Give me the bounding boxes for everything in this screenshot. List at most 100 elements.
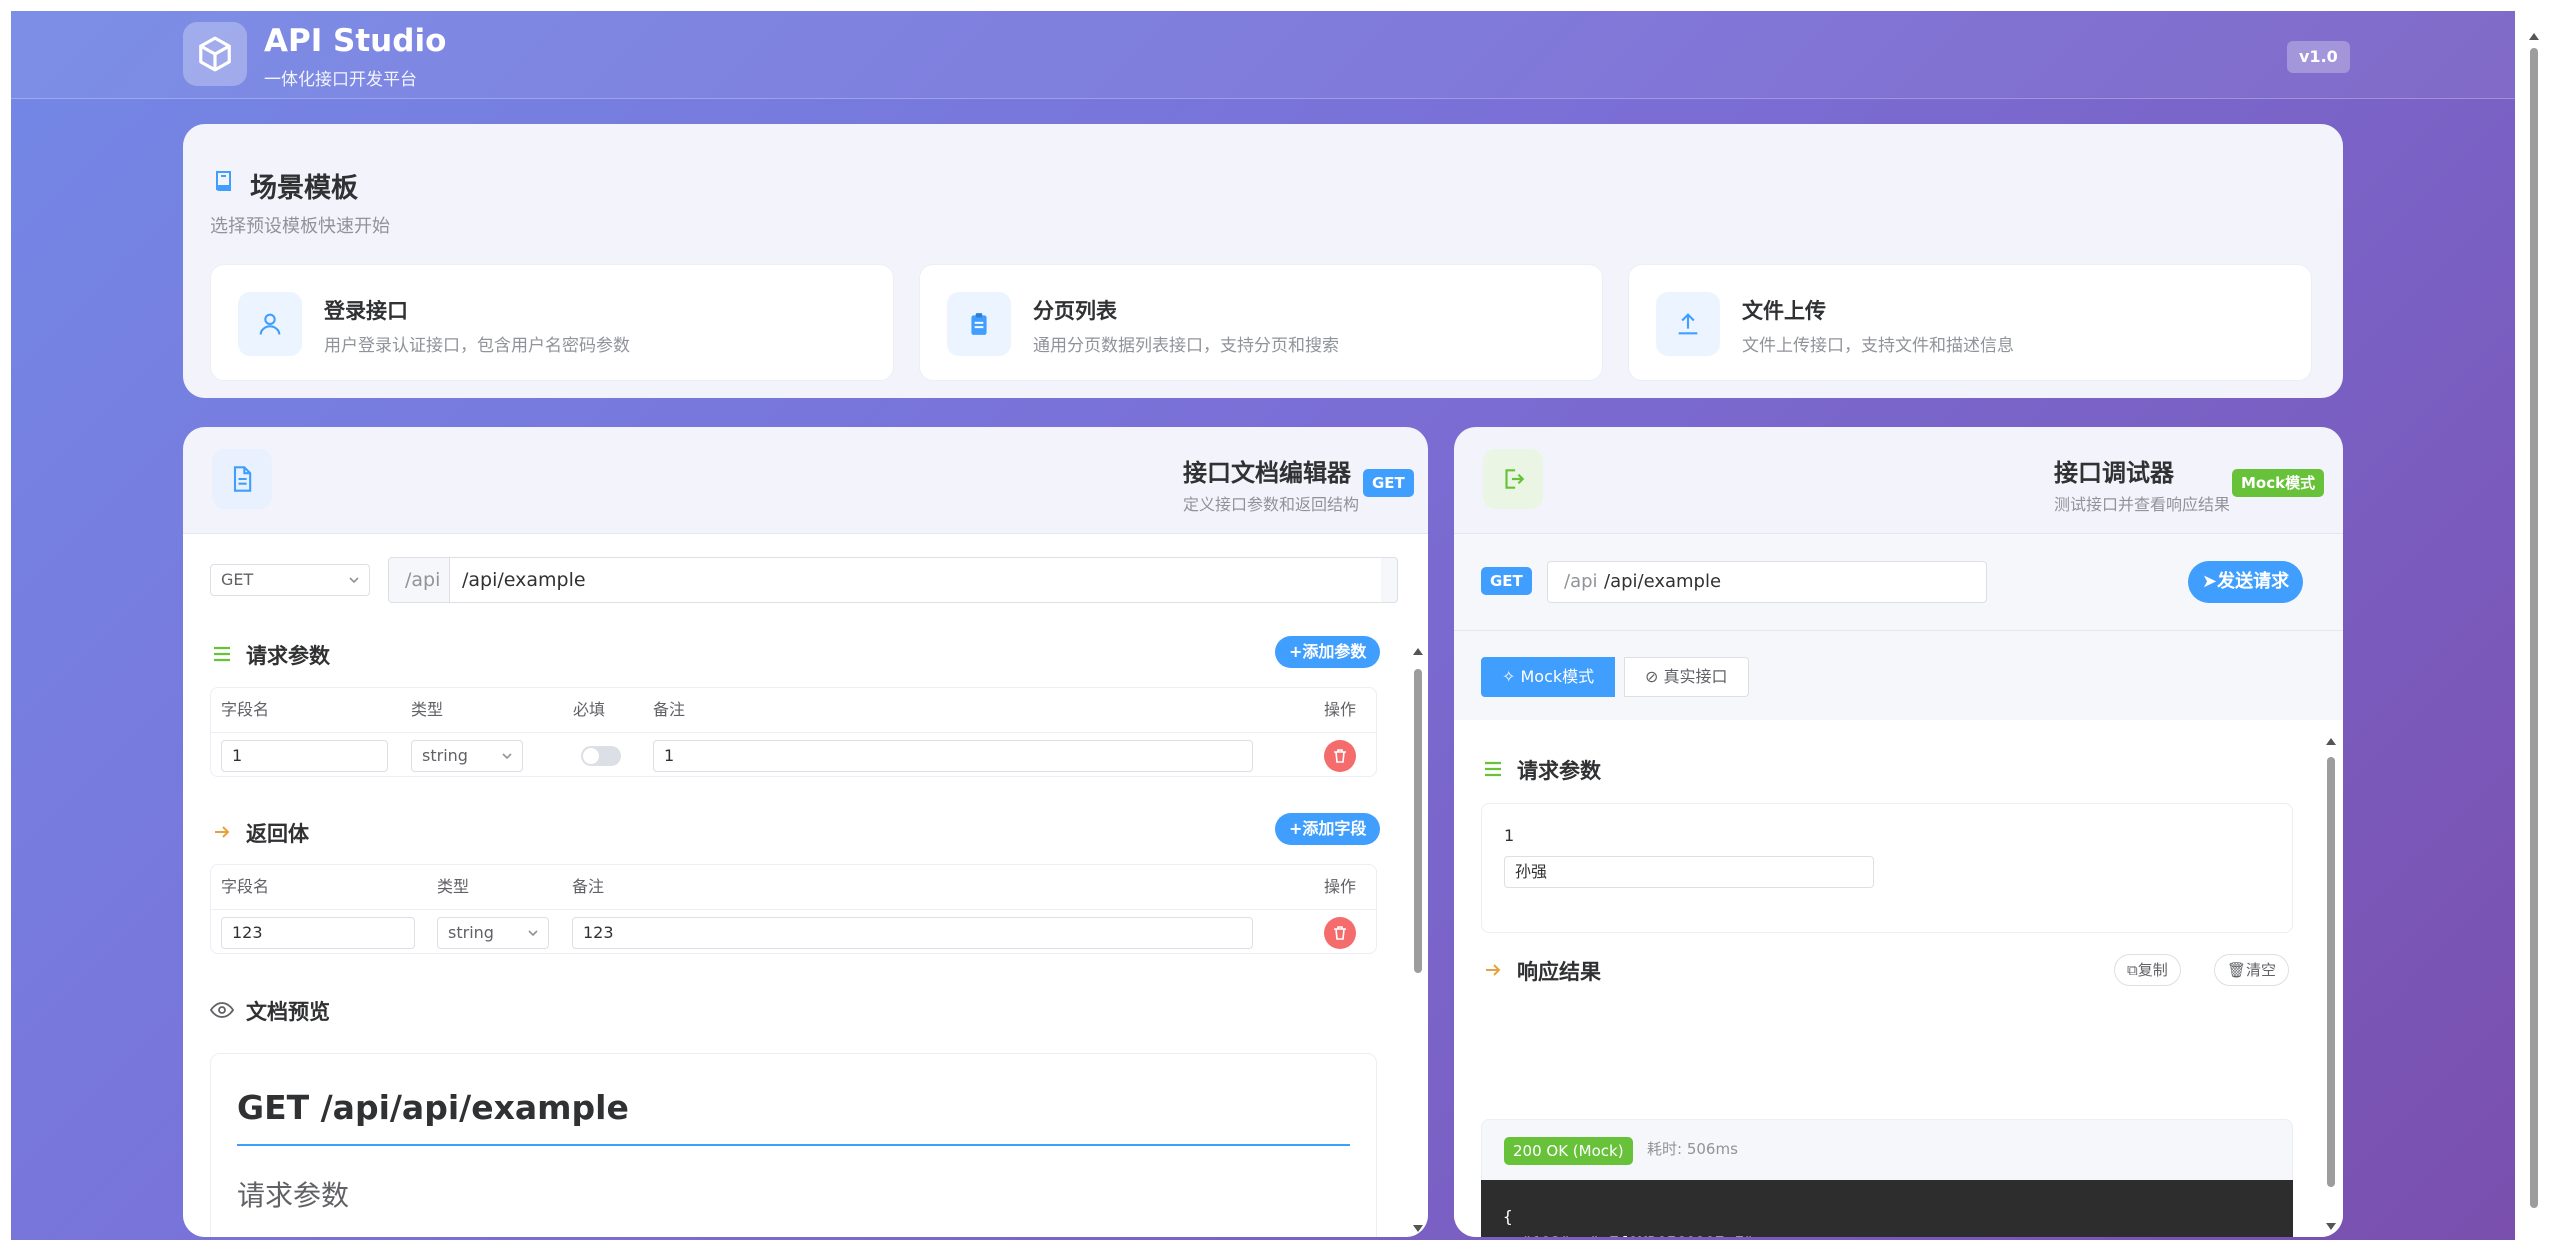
trash-icon: [1334, 926, 1346, 940]
app-title: API Studio: [264, 23, 447, 59]
chevron-down-icon: [526, 918, 540, 958]
col-header: 备注: [572, 877, 605, 896]
login-exit-icon: [1483, 449, 1543, 509]
status-badge: 200 OK (Mock): [1504, 1137, 1633, 1165]
template-upload[interactable]: 文件上传 文件上传接口，支持文件和描述信息: [1628, 264, 2312, 381]
debug-params-box: 1 孙强: [1481, 803, 2293, 933]
templates-subtitle: 选择预设模板快速开始: [210, 216, 390, 237]
col-header: 字段名: [221, 700, 270, 719]
version-badge: v1.0: [2287, 41, 2350, 73]
col-header: 操作: [1324, 877, 1357, 896]
trash-icon: 🗑: [2227, 961, 2247, 979]
app-subtitle: 一体化接口开发平台: [264, 70, 417, 90]
app-root: API Studio 一体化接口开发平台 v1.0 场景模板 选择预设模板快速开…: [11, 11, 2515, 1240]
url-input[interactable]: /api/example: [449, 558, 1381, 602]
template-desc: 用户登录认证接口，包含用户名密码参数: [324, 336, 630, 356]
field-name-input[interactable]: 123: [221, 917, 415, 949]
upload-icon: [1656, 292, 1720, 356]
real-api-button[interactable]: ⊘ 真实接口: [1624, 657, 1749, 697]
col-header: 必填: [573, 700, 606, 719]
add-field-button[interactable]: +添加字段: [1275, 813, 1381, 845]
response-title: 响应结果: [1517, 960, 1601, 984]
plus-icon: +: [1289, 819, 1303, 838]
url-prefix: /api: [405, 569, 441, 591]
debug-url-value: /api/example: [1604, 562, 1976, 602]
request-params-table: 字段名 类型 必填 备注 操作 1 string 1: [210, 687, 1377, 777]
send-request-button[interactable]: ➤发送请求: [2188, 561, 2304, 603]
editor-title: 接口文档编辑器: [1183, 459, 1351, 487]
clipboard-icon: [947, 292, 1011, 356]
elapsed-time: 耗时: 506ms: [1647, 1140, 1738, 1158]
arrow-right-icon: [1483, 960, 1503, 984]
param-name-input[interactable]: 1: [221, 740, 388, 772]
field-note-input[interactable]: 123: [572, 917, 1253, 949]
delete-param-button[interactable]: [1324, 740, 1356, 772]
debug-request-params-title: 请求参数: [1517, 759, 1601, 783]
delete-field-button[interactable]: [1324, 917, 1356, 949]
col-header: 字段名: [221, 877, 270, 896]
response-body-title: 返回体: [246, 822, 309, 846]
debug-url-prefix: /api: [1564, 571, 1598, 592]
page-scrollbar[interactable]: [2527, 30, 2541, 1230]
debugger-panel: 接口调试器 测试接口并查看响应结果 Mock模式 GET /api /api/e…: [1454, 427, 2343, 1237]
param-value-input[interactable]: 孙强: [1504, 856, 1874, 888]
arrow-right-icon: [212, 822, 232, 846]
add-param-button[interactable]: +添加参数: [1275, 636, 1381, 668]
chevron-down-icon: [500, 741, 514, 781]
debugger-subtitle: 测试接口并查看响应结果: [2054, 495, 2231, 514]
templates-card: 场景模板 选择预设模板快速开始 登录接口 用户登录认证接口，包含用户名密码参数 …: [183, 124, 2343, 398]
user-icon: [238, 292, 302, 356]
template-pagination[interactable]: 分页列表 通用分页数据列表接口，支持分页和搜索: [919, 264, 1603, 381]
template-title: 登录接口: [324, 299, 408, 323]
template-desc: 通用分页数据列表接口，支持分页和搜索: [1033, 336, 1339, 356]
copy-button[interactable]: ⧉复制: [2114, 954, 2181, 986]
mock-mode-button[interactable]: ✧ Mock模式: [1481, 657, 1616, 697]
clear-button[interactable]: 🗑清空: [2214, 954, 2290, 986]
eye-icon: [209, 1000, 235, 1024]
param-note-input[interactable]: 1: [653, 740, 1253, 772]
response-body-table: 字段名 类型 备注 操作 123 string 123: [210, 864, 1377, 954]
document-icon: [212, 449, 272, 509]
method-select[interactable]: GET: [210, 564, 370, 596]
trash-icon: [1334, 749, 1346, 763]
cube-logo-icon: [183, 22, 247, 86]
magic-icon: ✧: [1502, 667, 1521, 686]
col-header: 类型: [437, 877, 470, 896]
field-type-select[interactable]: string: [437, 917, 549, 949]
response-body: { "123": "rZfOMBOIGQ207uF" }: [1481, 1180, 2293, 1237]
response-status-bar: 200 OK (Mock) 耗时: 506ms: [1481, 1119, 2293, 1181]
debugger-body: GET /api /api/example ➤发送请求 ✧ Mock模式 ⊘ 真…: [1454, 534, 2343, 1237]
required-toggle[interactable]: [581, 746, 621, 766]
debugger-header: 接口调试器 测试接口并查看响应结果 Mock模式: [1454, 427, 2343, 534]
list-icon: [1483, 759, 1503, 783]
send-icon: ➤: [2202, 571, 2218, 592]
plus-icon: +: [1289, 642, 1303, 661]
template-title: 分页列表: [1033, 299, 1117, 323]
col-header: 操作: [1324, 700, 1357, 719]
preview-heading: GET /api/api/example: [237, 1088, 629, 1127]
link-icon: ⊘: [1645, 667, 1664, 686]
copy-icon: ⧉: [2127, 961, 2138, 979]
top-header: API Studio 一体化接口开发平台 v1.0: [11, 11, 2515, 99]
method-select-value: GET: [221, 570, 254, 589]
book-icon: [212, 168, 236, 198]
debugger-title: 接口调试器: [2054, 459, 2174, 487]
method-tag: GET: [1363, 469, 1414, 497]
editor-subtitle: 定义接口参数和返回结构: [1183, 495, 1360, 514]
template-desc: 文件上传接口，支持文件和描述信息: [1742, 336, 2014, 356]
debugger-scrollbar[interactable]: [2324, 735, 2338, 1233]
editor-scrollbar[interactable]: [1411, 645, 1425, 1235]
list-icon: [212, 644, 232, 668]
col-header: 类型: [411, 700, 444, 719]
debug-method-tag: GET: [1481, 567, 1532, 595]
chevron-down-icon: [347, 565, 361, 605]
param-type-select[interactable]: string: [411, 740, 523, 772]
request-params-title: 请求参数: [246, 644, 330, 668]
param-label: 1: [1504, 826, 1515, 845]
preview-subheading: 请求参数: [237, 1179, 350, 1212]
preview-title: 文档预览: [246, 1000, 330, 1024]
mode-tag: Mock模式: [2232, 469, 2325, 497]
editor-header: 接口文档编辑器 定义接口参数和返回结构 GET: [183, 427, 1428, 534]
template-login[interactable]: 登录接口 用户登录认证接口，包含用户名密码参数: [210, 264, 894, 381]
debug-url-input[interactable]: /api /api/example: [1547, 561, 1987, 603]
